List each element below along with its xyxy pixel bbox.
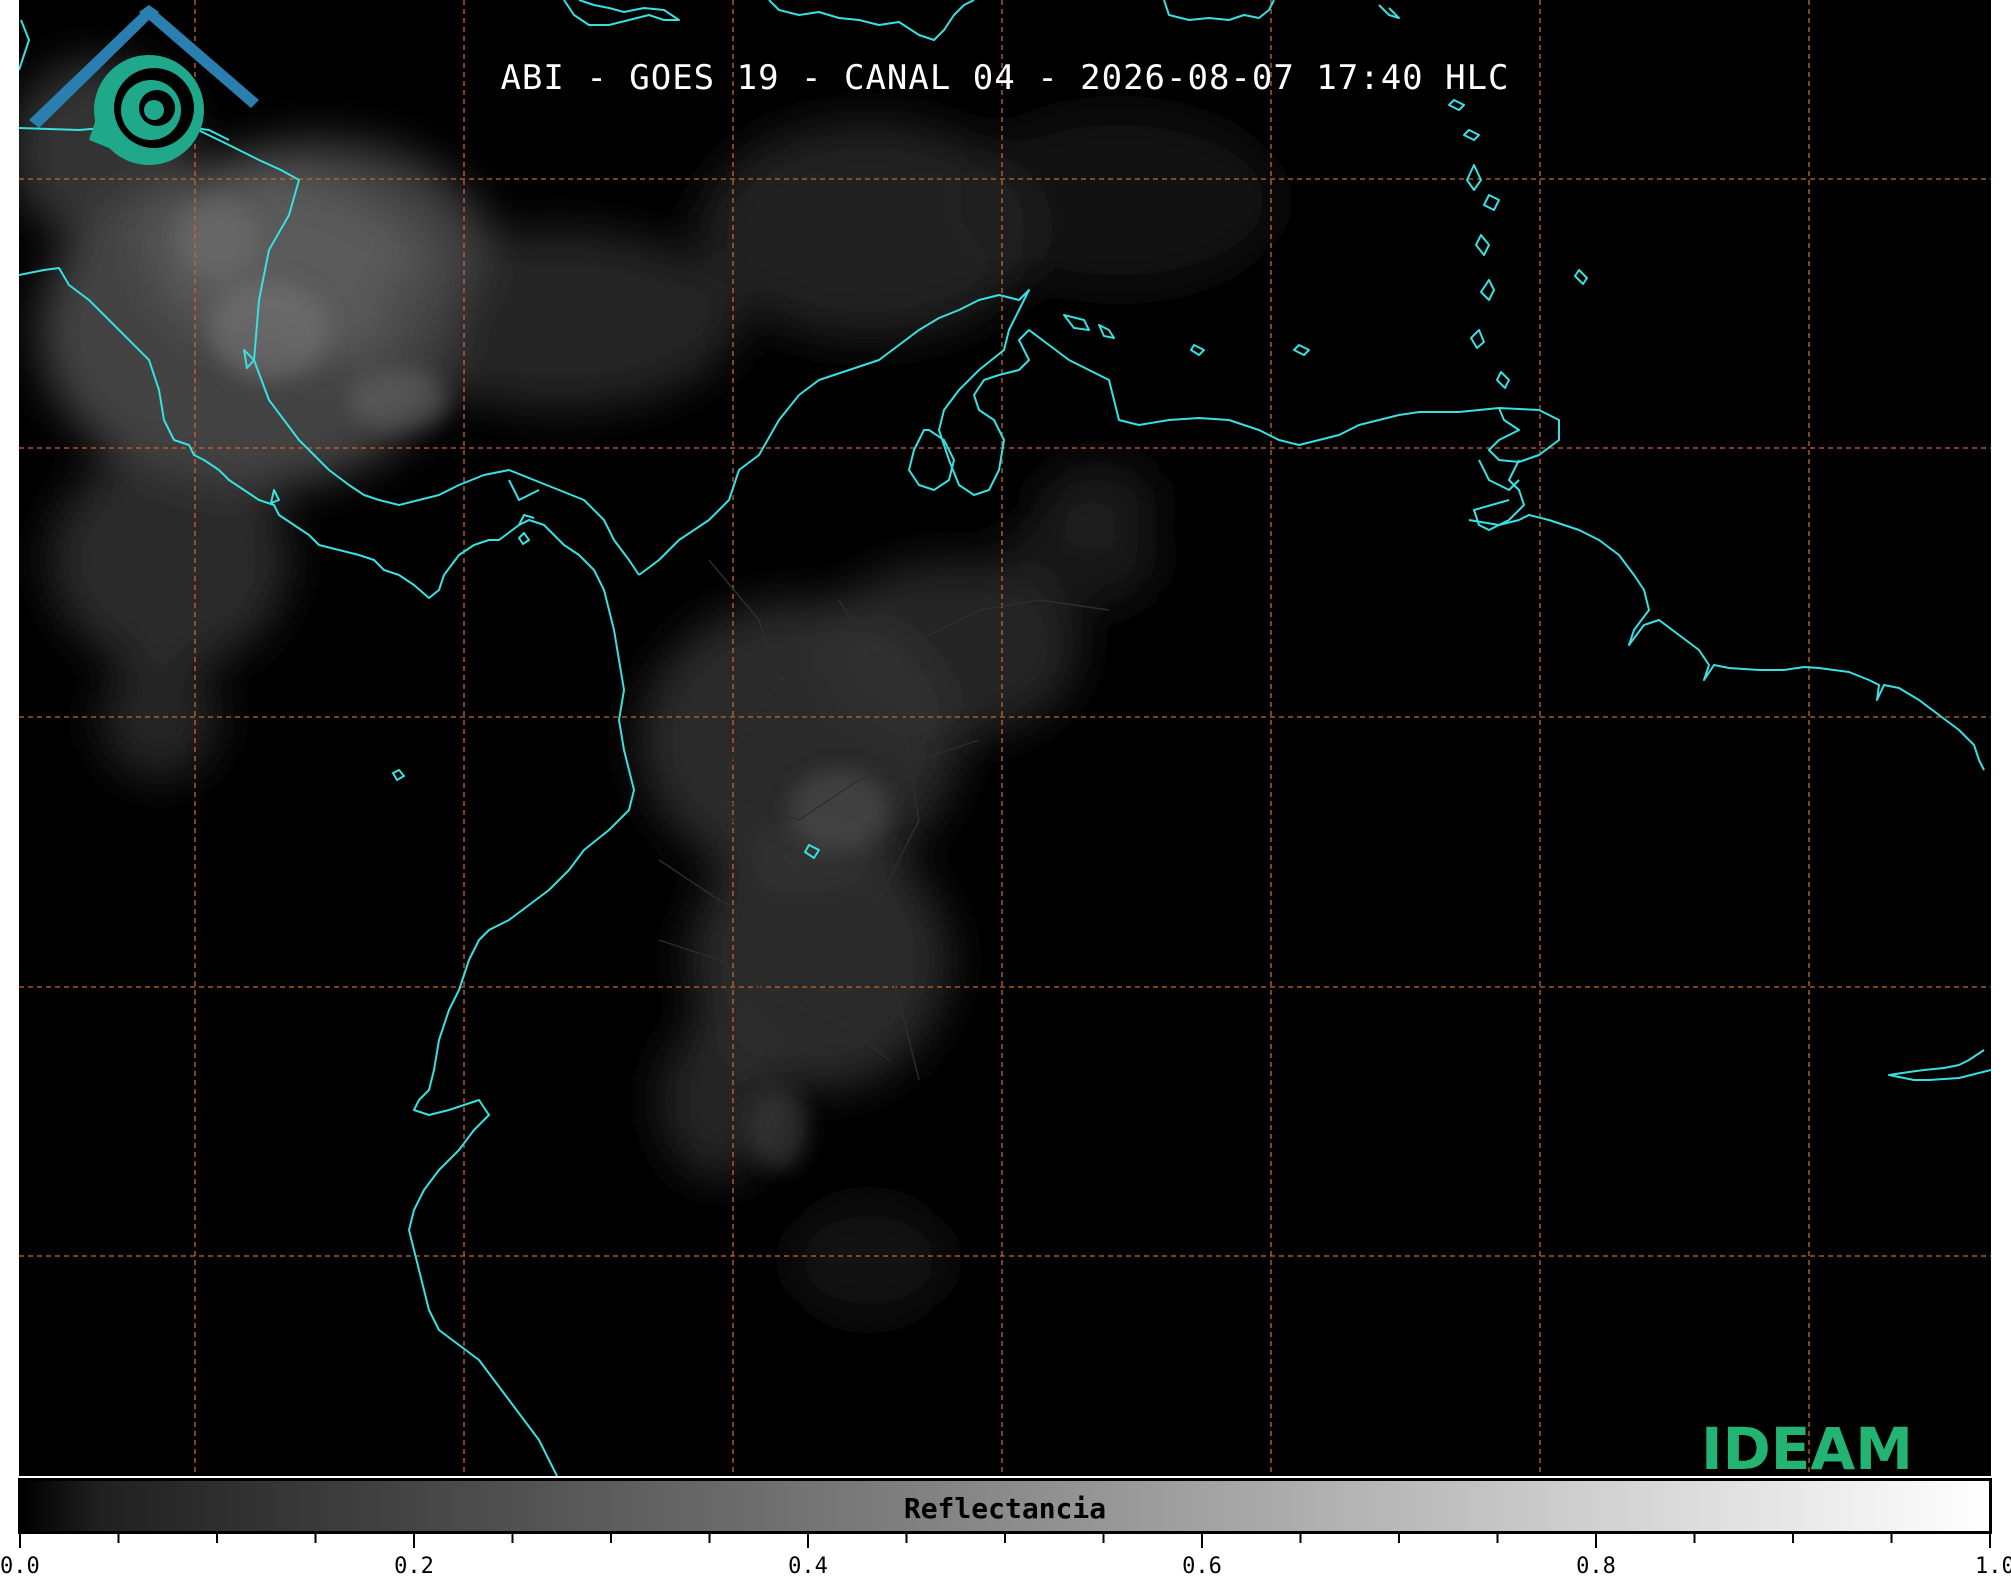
ideam-spiral-logo-icon [29, 5, 259, 165]
satellite-map: ABI - GOES 19 - CANAL 04 - 2026-08-07 17… [19, 0, 1991, 1476]
map-title: ABI - GOES 19 - CANAL 04 - 2026-08-07 17… [500, 58, 1510, 98]
colorbar: Reflectancia [18, 1478, 1992, 1534]
colorbar-tick-label: 1.0 [1975, 1554, 2011, 1579]
colorbar-tick-label: 0.6 [1182, 1554, 1222, 1579]
colorbar-tick-label: 0.0 [0, 1554, 40, 1579]
lake-maracaibo [907, 429, 956, 492]
colorbar-label: Reflectancia [903, 1492, 1107, 1525]
logo-text: IDEAM [1701, 1415, 1913, 1476]
colorbar-tick-label: 0.4 [788, 1554, 828, 1579]
map-layers [19, 0, 1991, 1476]
colorbar-ticks [19, 1534, 1991, 1548]
colorbar-tick-label: 0.8 [1576, 1554, 1616, 1579]
colorbar-tick-label: 0.2 [394, 1554, 434, 1579]
